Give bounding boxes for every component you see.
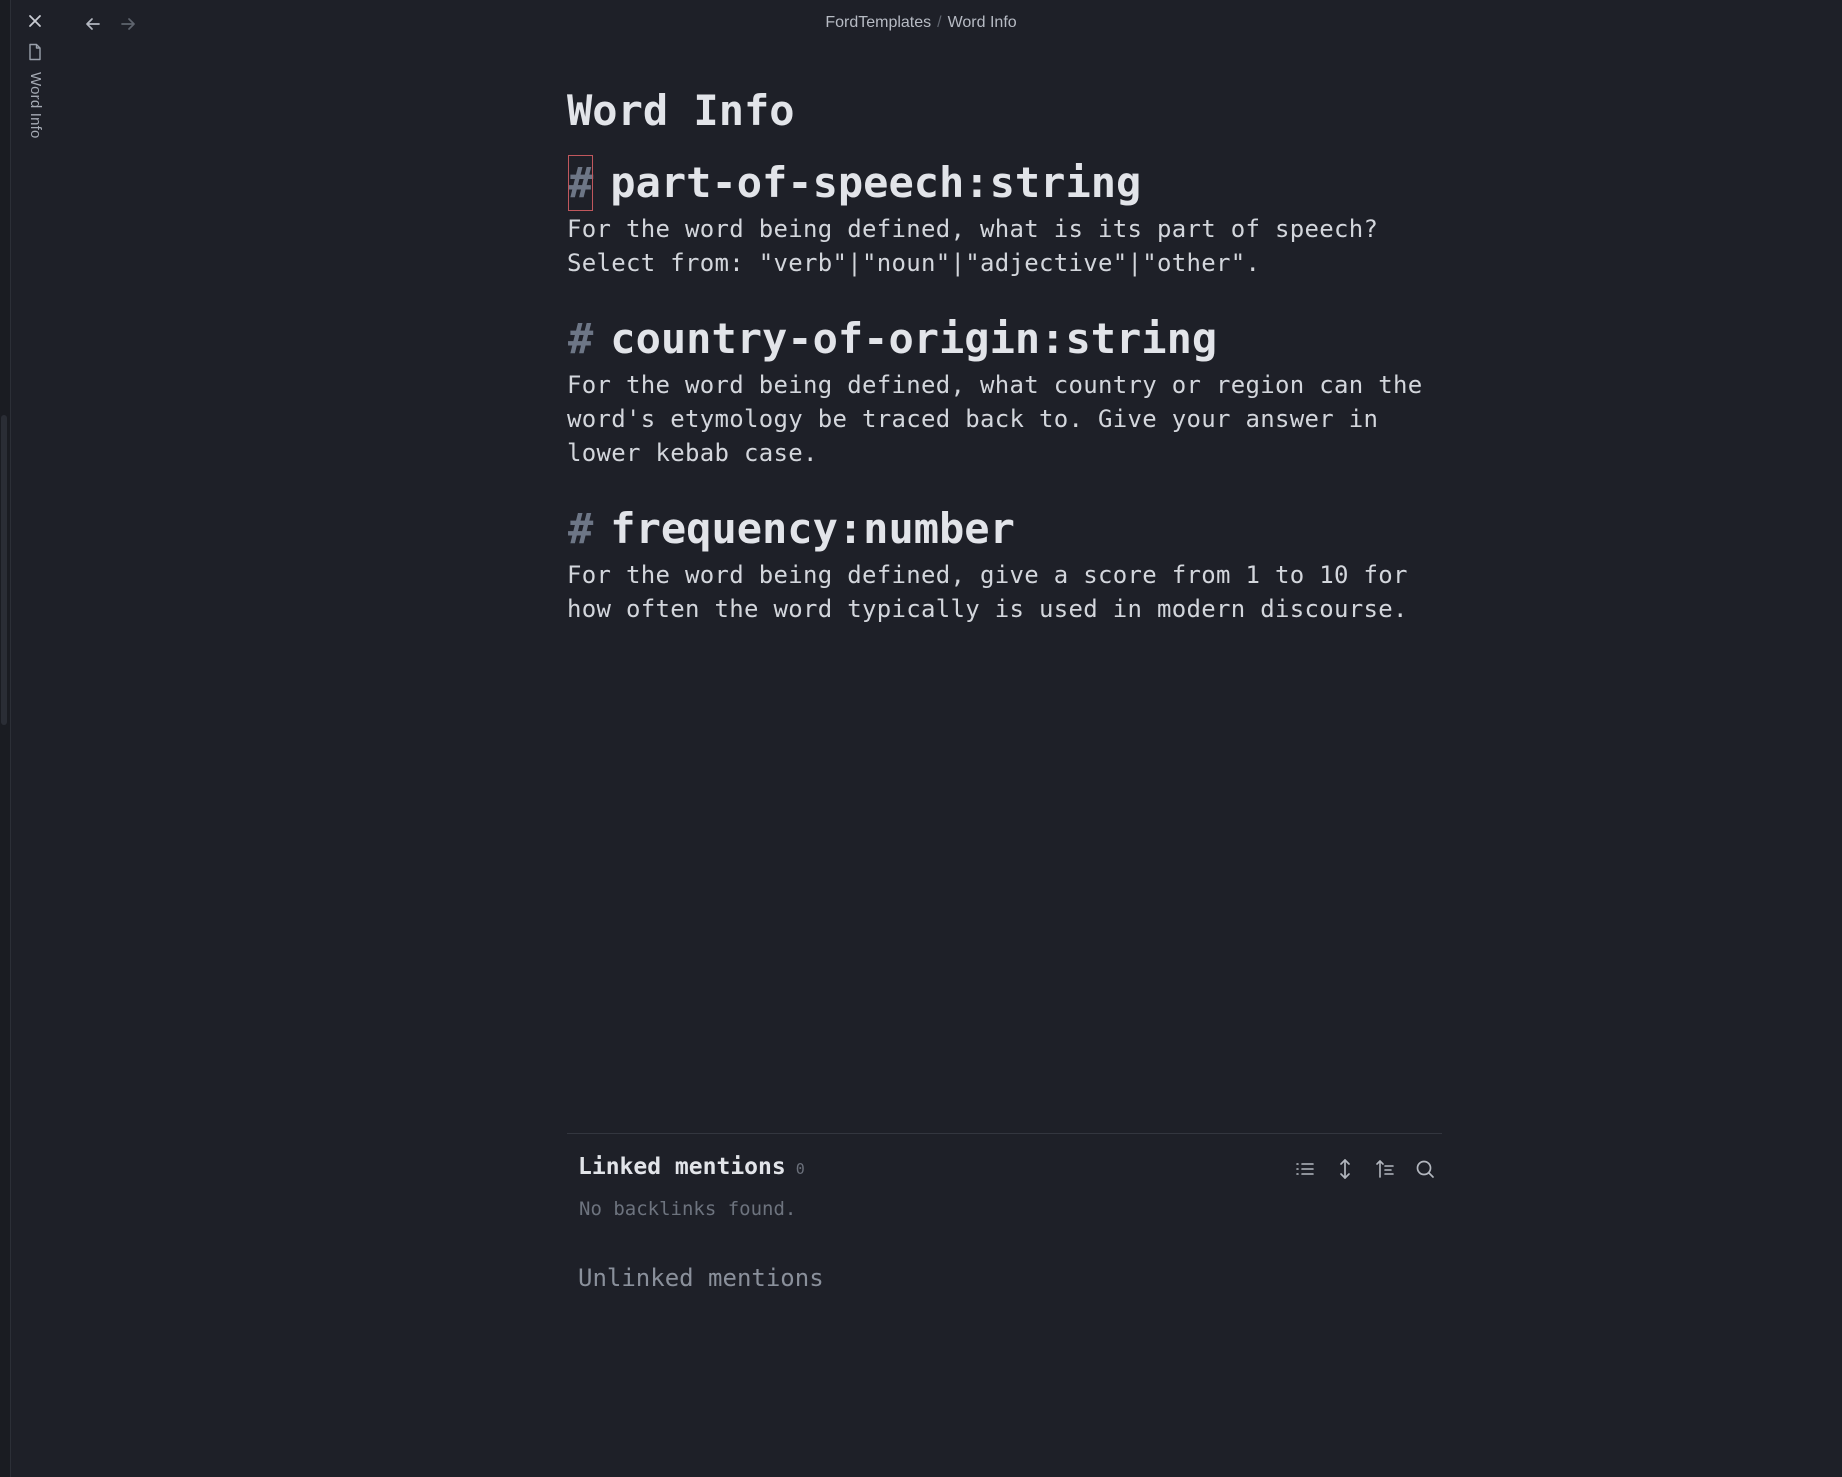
linked-mentions-header[interactable]: Linked mentions 0: [578, 1154, 805, 1180]
tab-rail: [11, 0, 61, 1477]
unlinked-mentions-header[interactable]: Unlinked mentions: [578, 1264, 824, 1292]
field-heading[interactable]: # part-of-speech:string: [567, 154, 1442, 212]
breadcrumb-separator: /: [937, 14, 942, 31]
backlinks-toolbar: [1292, 1156, 1438, 1182]
linked-mentions-title: Linked mentions: [578, 1154, 786, 1180]
field-heading-text: country-of-origin:string: [610, 314, 1218, 363]
field-block: # part-of-speech:string For the word bein…: [567, 154, 1442, 280]
field-heading[interactable]: # frequency:number: [567, 500, 1442, 558]
breadcrumb: FordTemplates / Word Info: [0, 14, 1842, 32]
left-scrollbar[interactable]: [1, 415, 7, 725]
no-backlinks-message: No backlinks found.: [579, 1198, 797, 1220]
heading-hash-marker[interactable]: #: [567, 154, 594, 212]
sort-icon[interactable]: [1372, 1156, 1398, 1182]
breadcrumb-folder[interactable]: FordTemplates: [825, 14, 931, 31]
field-description[interactable]: For the word being defined, what country…: [567, 368, 1442, 470]
field-description[interactable]: For the word being defined, what is its …: [567, 212, 1442, 280]
field-heading-text: frequency:number: [610, 504, 1015, 553]
heading-hash-marker[interactable]: #: [567, 500, 594, 558]
sidebar-tab-word-info[interactable]: Word Info: [27, 72, 44, 139]
linked-mentions-count: 0: [795, 1160, 805, 1178]
field-block: # frequency:number For the word being def…: [567, 500, 1442, 626]
list-icon[interactable]: [1292, 1156, 1318, 1182]
app-window: Word Info FordTemplates / Word Info Word I…: [0, 0, 1842, 1477]
file-icon: [27, 43, 43, 61]
editor-content[interactable]: Word Info # part-of-speech:string For the…: [567, 80, 1442, 626]
field-heading-text: part-of-speech:string: [610, 158, 1142, 207]
heading-hash-marker[interactable]: #: [567, 310, 594, 368]
field-description[interactable]: For the word being defined, give a score…: [567, 558, 1442, 626]
search-icon[interactable]: [1412, 1156, 1438, 1182]
expand-vertical-icon[interactable]: [1332, 1156, 1358, 1182]
left-strip: [0, 0, 11, 1477]
breadcrumb-page[interactable]: Word Info: [948, 14, 1017, 31]
field-block: # country-of-origin:string For the word b…: [567, 310, 1442, 470]
field-heading[interactable]: # country-of-origin:string: [567, 310, 1442, 368]
backlinks-pane: Linked mentions 0 No backlinks found. Un…: [567, 1133, 1442, 1292]
page-title[interactable]: Word Info: [567, 80, 1442, 142]
